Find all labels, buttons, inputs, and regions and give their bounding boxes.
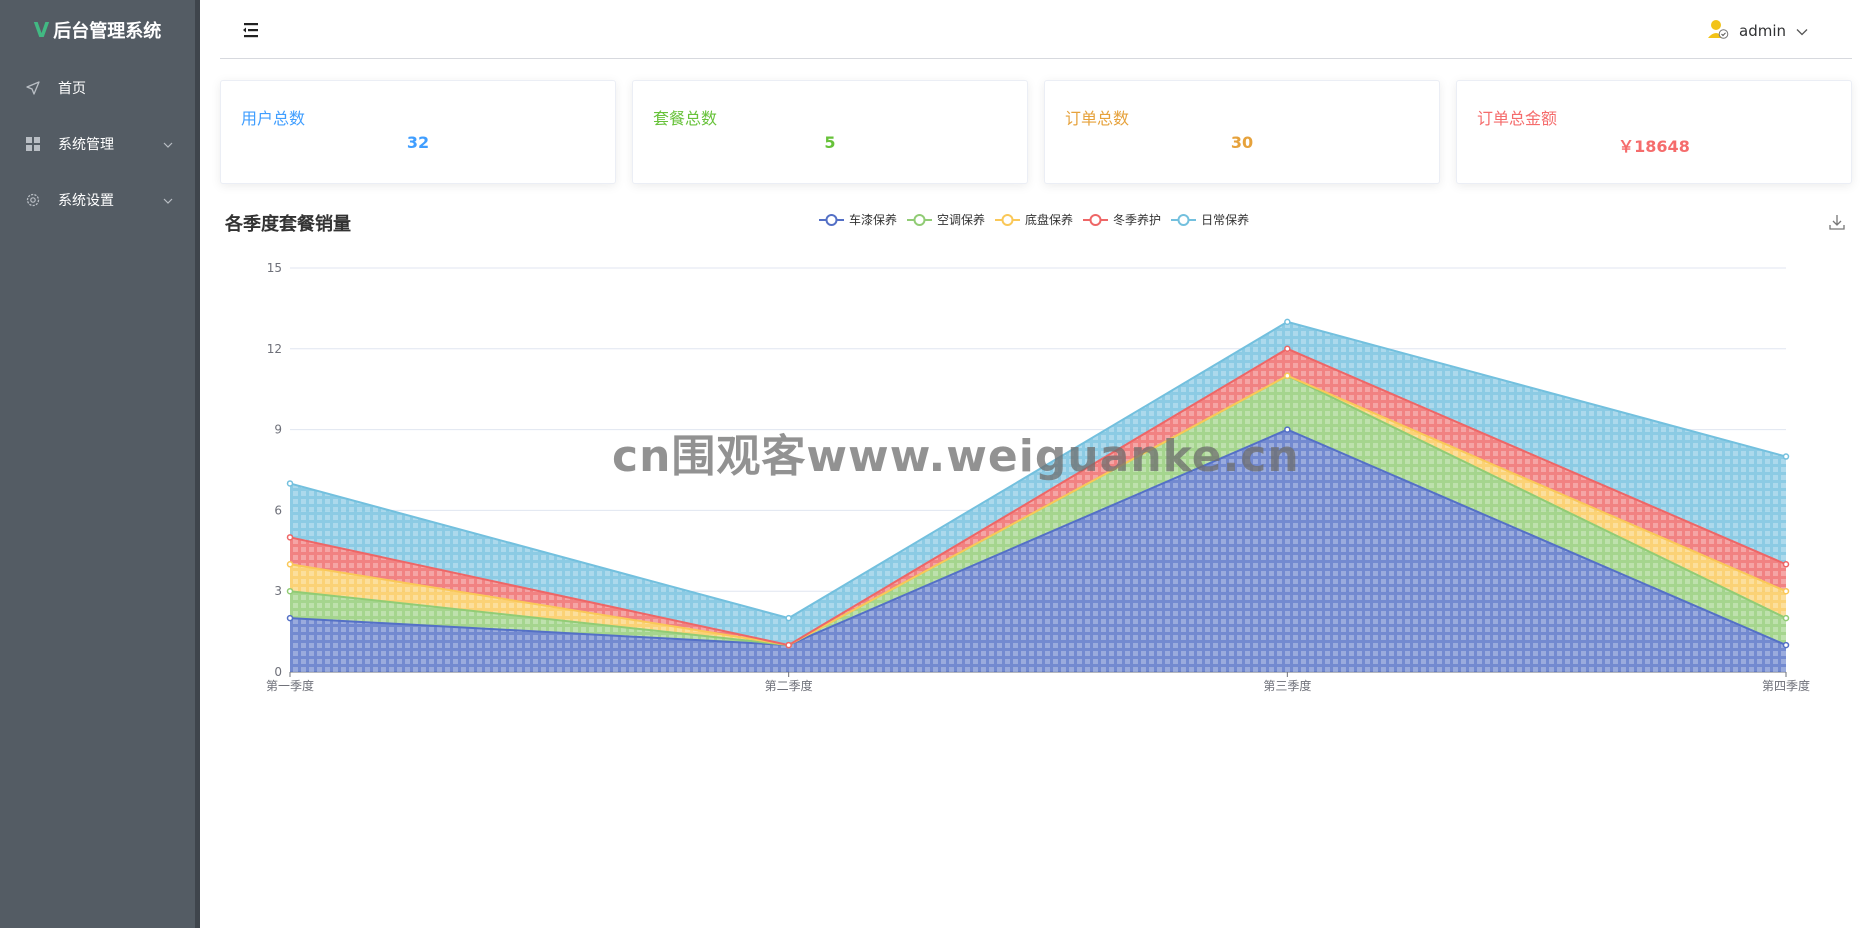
data-point[interactable] (1284, 318, 1291, 326)
stat-value: ￥18648 (1618, 137, 1690, 156)
legend-item[interactable]: 空调保养 (907, 211, 985, 228)
legend-label: 日常保养 (1201, 213, 1250, 227)
sidebar: V 后台管理系统 首页 系统管理 系统设置 (0, 0, 200, 928)
stat-label: 订单总金额 (1477, 109, 1558, 128)
sidebar-item-label: 系统设置 (58, 193, 114, 209)
legend-marker-icon (995, 213, 1021, 226)
navigation-icon (24, 79, 42, 97)
sidebar-item-home[interactable]: 首页 (0, 60, 195, 116)
stat-value: 32 (406, 133, 430, 152)
stat-value: 5 (824, 133, 836, 152)
legend-item[interactable]: 日常保养 (1171, 211, 1249, 228)
chevron-down-icon (163, 137, 173, 153)
stat-card-order-amount: 订单总金额 ￥18648 (1456, 80, 1852, 184)
app-logo[interactable]: V 后台管理系统 (0, 0, 195, 60)
data-point[interactable] (286, 587, 294, 595)
grid-icon (24, 135, 42, 153)
data-point[interactable] (1782, 561, 1790, 568)
data-point[interactable] (1284, 372, 1291, 379)
stat-label: 订单总数 (1065, 109, 1130, 128)
stat-card-packages: 套餐总数 5 (632, 80, 1028, 184)
top-header: admin (220, 0, 1852, 59)
x-tick-label: 第三季度 (1263, 678, 1311, 693)
data-point[interactable] (1782, 587, 1790, 595)
data-point[interactable] (286, 614, 294, 622)
legend-label: 底盘保养 (1025, 213, 1074, 227)
stat-label: 套餐总数 (653, 109, 718, 128)
legend-marker-icon (1171, 213, 1197, 226)
download-icon[interactable] (1828, 213, 1846, 235)
stacked-area-chart: 0 3 6 9 12 15 第一季度 第二季度 第三季度 第四季度 (266, 261, 1810, 693)
username: admin (1739, 22, 1786, 40)
sidebar-item-label: 首页 (58, 81, 86, 97)
x-tick-label: 第一季度 (266, 678, 314, 693)
stat-card-orders: 订单总数 30 (1044, 80, 1440, 184)
data-point[interactable] (785, 614, 792, 622)
vue-logo-icon: V (33, 18, 50, 42)
legend-item[interactable]: 底盘保养 (995, 211, 1073, 228)
data-point[interactable] (785, 641, 792, 649)
x-tick-label: 第二季度 (765, 678, 813, 693)
legend-marker-icon (819, 213, 844, 226)
data-point[interactable] (1782, 453, 1790, 460)
app-title: 后台管理系统 (53, 21, 162, 42)
stat-cards: 用户总数 32 套餐总数 5 订单总数 30 订单总金额 ￥18648 (220, 80, 1852, 184)
sidebar-item-label: 系统管理 (58, 137, 114, 153)
chart-title: 各季度套餐销量 (225, 214, 351, 235)
chart-legend: 车漆保养 空调保养 底盘保养 冬季养护 日常保养 (819, 211, 1259, 228)
menu-toggle-icon[interactable] (242, 22, 260, 42)
y-tick-label: 12 (267, 342, 282, 356)
sidebar-item-system-management[interactable]: 系统管理 (0, 116, 195, 172)
x-tick-label: 第四季度 (1762, 678, 1810, 693)
sidebar-item-system-settings[interactable]: 系统设置 (0, 172, 195, 228)
chevron-down-icon (163, 193, 173, 209)
legend-item[interactable]: 车漆保养 (819, 211, 897, 228)
legend-item[interactable]: 冬季养护 (1083, 211, 1161, 228)
user-menu[interactable]: admin (1707, 18, 1808, 44)
stat-value: 30 (1230, 133, 1254, 152)
data-point[interactable] (286, 480, 294, 487)
y-tick-label: 9 (274, 423, 282, 437)
data-point[interactable] (286, 534, 294, 541)
y-tick-label: 3 (274, 584, 282, 598)
legend-marker-icon (907, 213, 933, 226)
data-point[interactable] (1782, 614, 1790, 622)
data-point[interactable] (286, 561, 294, 568)
stat-label: 用户总数 (241, 109, 306, 128)
legend-label: 冬季养护 (1113, 213, 1162, 227)
y-tick-label: 6 (274, 503, 282, 517)
y-tick-label: 15 (267, 261, 282, 275)
user-avatar-icon (1707, 18, 1729, 44)
legend-label: 车漆保养 (849, 213, 898, 227)
gear-icon (24, 191, 42, 209)
y-tick-label: 0 (274, 665, 282, 679)
chevron-down-icon (1796, 22, 1808, 40)
legend-marker-icon (1083, 213, 1109, 226)
data-point[interactable] (1284, 345, 1291, 353)
legend-label: 空调保养 (937, 213, 986, 227)
stat-card-users: 用户总数 32 (220, 80, 616, 184)
data-point[interactable] (1284, 426, 1291, 433)
data-point[interactable] (1782, 641, 1790, 649)
